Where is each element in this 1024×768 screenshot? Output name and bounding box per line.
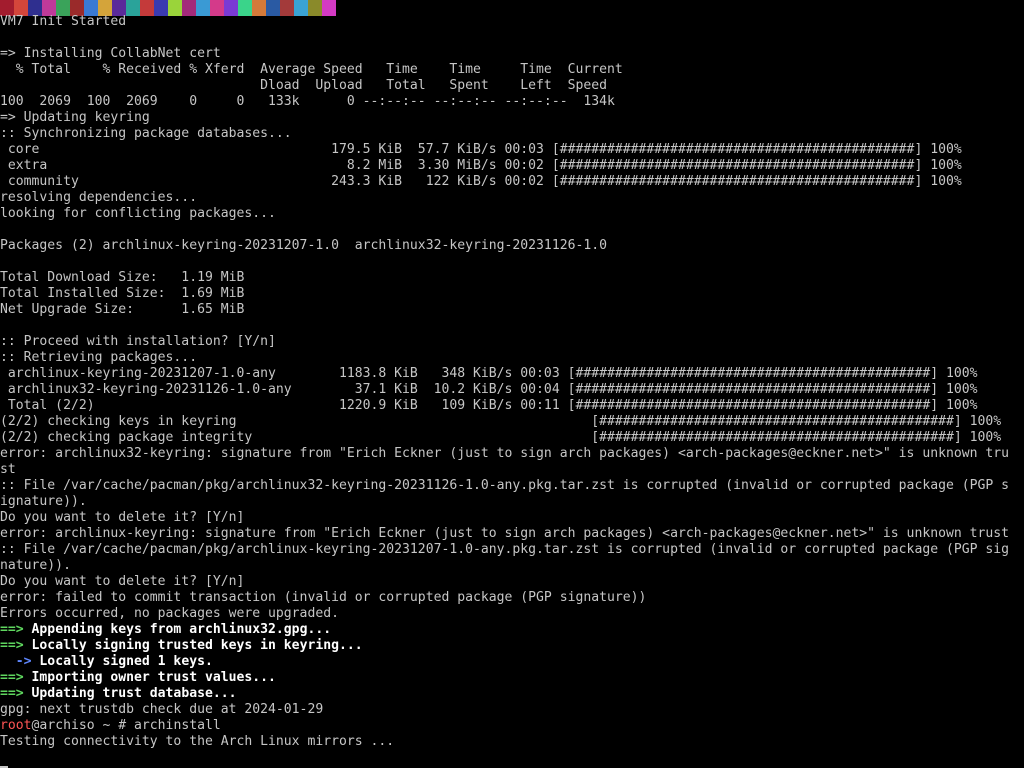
terminal-text: Total Installed Size: 1.69 MiB bbox=[0, 286, 245, 301]
terminal-line: gpg: next trustdb check due at 2024-01-2… bbox=[0, 702, 1024, 718]
terminal-text: Locally signed 1 keys. bbox=[39, 654, 213, 669]
terminal-line: archlinux-keyring-20231207-1.0-any 1183.… bbox=[0, 366, 1024, 382]
terminal-text: VM7 Init Started bbox=[0, 14, 127, 29]
terminal-text: community 243.3 KiB 122 KiB/s 00:02 [###… bbox=[0, 174, 962, 189]
terminal-line: ==> Locally signing trusted keys in keyr… bbox=[0, 638, 1024, 654]
terminal-text: Dload Upload Total Spent Left Speed bbox=[0, 78, 607, 93]
terminal-text: => Updating keyring bbox=[0, 110, 150, 125]
terminal-line: -> Locally signed 1 keys. bbox=[0, 654, 1024, 670]
terminal-text: => Installing CollabNet cert bbox=[0, 46, 221, 61]
terminal-line: :: Synchronizing package databases... bbox=[0, 126, 1024, 142]
terminal-line: :: Retrieving packages... bbox=[0, 350, 1024, 366]
terminal-line: Net Upgrade Size: 1.65 MiB bbox=[0, 302, 1024, 318]
terminal-line: archlinux32-keyring-20231126-1.0-any 37.… bbox=[0, 382, 1024, 398]
terminal-line: Dload Upload Total Spent Left Speed bbox=[0, 78, 1024, 94]
terminal-line: Total (2/2) 1220.9 KiB 109 KiB/s 00:11 [… bbox=[0, 398, 1024, 414]
terminal-line: ==> Appending keys from archlinux32.gpg.… bbox=[0, 622, 1024, 638]
terminal-text: 100 2069 100 2069 0 0 133k 0 --:--:-- --… bbox=[0, 94, 615, 109]
terminal-line: => Installing CollabNet cert bbox=[0, 46, 1024, 62]
terminal-line: error: archlinux-keyring: signature from… bbox=[0, 526, 1024, 542]
terminal-line: error: failed to commit transaction (inv… bbox=[0, 590, 1024, 606]
terminal-line: (2/2) checking package integrity [######… bbox=[0, 430, 1024, 446]
terminal-text: (2/2) checking keys in keyring [########… bbox=[0, 414, 1002, 429]
terminal-text: Appending keys from archlinux32.gpg... bbox=[23, 622, 332, 637]
terminal-text: resolving dependencies... bbox=[0, 190, 198, 205]
terminal-text: :: Synchronizing package databases... bbox=[0, 126, 292, 141]
terminal-line: :: Proceed with installation? [Y/n] bbox=[0, 334, 1024, 350]
terminal-text: ==> bbox=[0, 638, 24, 653]
terminal-text: error: archlinux-keyring: signature from… bbox=[0, 526, 1010, 541]
terminal-text: :: Proceed with installation? [Y/n] bbox=[0, 334, 276, 349]
terminal-line: :: File /var/cache/pacman/pkg/archlinux-… bbox=[0, 542, 1024, 558]
terminal-text: Total (2/2) 1220.9 KiB 109 KiB/s 00:11 [… bbox=[0, 398, 978, 413]
terminal-line: root@archiso ~ # archinstall bbox=[0, 718, 1024, 734]
terminal-text: % Total % Received % Xferd Average Speed… bbox=[0, 62, 623, 77]
terminal-line: ignature)). bbox=[0, 494, 1024, 510]
terminal-line: % Total % Received % Xferd Average Speed… bbox=[0, 62, 1024, 78]
terminal-text: ==> bbox=[0, 686, 24, 701]
terminal-line: Do you want to delete it? [Y/n] bbox=[0, 574, 1024, 590]
terminal-text: Do you want to delete it? [Y/n] bbox=[0, 510, 245, 525]
terminal-line: 100 2069 100 2069 0 0 133k 0 --:--:-- --… bbox=[0, 94, 1024, 110]
terminal-line: VM7 Init Started bbox=[0, 14, 1024, 30]
terminal-screen[interactable]: VM7 Init Started => Installing CollabNet … bbox=[0, 0, 1024, 768]
terminal-line: resolving dependencies... bbox=[0, 190, 1024, 206]
terminal-text: error: failed to commit transaction (inv… bbox=[0, 590, 647, 605]
terminal-line: Errors occurred, no packages were upgrad… bbox=[0, 606, 1024, 622]
terminal-text: root bbox=[0, 718, 32, 733]
terminal-line: => Updating keyring bbox=[0, 110, 1024, 126]
terminal-text: gpg: next trustdb check due at 2024-01-2… bbox=[0, 702, 324, 717]
terminal-text: archlinux32-keyring-20231126-1.0-any 37.… bbox=[0, 382, 978, 397]
terminal-line: core 179.5 KiB 57.7 KiB/s 00:03 [#######… bbox=[0, 142, 1024, 158]
terminal-text: looking for conflicting packages... bbox=[0, 206, 276, 221]
terminal-text: ==> bbox=[0, 622, 24, 637]
terminal-line: (2/2) checking keys in keyring [########… bbox=[0, 414, 1024, 430]
terminal-text: nature)). bbox=[0, 558, 71, 573]
terminal-line: community 243.3 KiB 122 KiB/s 00:02 [###… bbox=[0, 174, 1024, 190]
terminal-text: Do you want to delete it? [Y/n] bbox=[0, 574, 245, 589]
terminal-line: ==> Importing owner trust values... bbox=[0, 670, 1024, 686]
terminal-output: VM7 Init Started => Installing CollabNet … bbox=[0, 14, 1024, 750]
terminal-text: (2/2) checking package integrity [######… bbox=[0, 430, 1002, 445]
terminal-line: :: File /var/cache/pacman/pkg/archlinux3… bbox=[0, 478, 1024, 494]
terminal-line: ==> Updating trust database... bbox=[0, 686, 1024, 702]
terminal-text: @archiso ~ # archinstall bbox=[31, 718, 221, 733]
terminal-text: ignature)). bbox=[0, 494, 87, 509]
terminal-line: Total Download Size: 1.19 MiB bbox=[0, 270, 1024, 286]
terminal-text: :: File /var/cache/pacman/pkg/archlinux-… bbox=[0, 542, 1010, 557]
terminal-text: extra 8.2 MiB 3.30 MiB/s 00:02 [########… bbox=[0, 158, 962, 173]
terminal-text: archlinux-keyring-20231207-1.0-any 1183.… bbox=[0, 366, 978, 381]
terminal-text: ==> bbox=[0, 670, 24, 685]
terminal-text: Testing connectivity to the Arch Linux m… bbox=[0, 734, 395, 749]
terminal-text: :: File /var/cache/pacman/pkg/archlinux3… bbox=[0, 478, 1010, 493]
terminal-text: Importing owner trust values... bbox=[23, 670, 276, 685]
terminal-line: Do you want to delete it? [Y/n] bbox=[0, 510, 1024, 526]
terminal-text: Updating trust database... bbox=[23, 686, 237, 701]
terminal-text: Packages (2) archlinux-keyring-20231207-… bbox=[0, 238, 607, 253]
terminal-line: Packages (2) archlinux-keyring-20231207-… bbox=[0, 238, 1024, 254]
terminal-text: error: archlinux32-keyring: signature fr… bbox=[0, 446, 1010, 461]
terminal-line: extra 8.2 MiB 3.30 MiB/s 00:02 [########… bbox=[0, 158, 1024, 174]
terminal-line: looking for conflicting packages... bbox=[0, 206, 1024, 222]
terminal-text: Net Upgrade Size: 1.65 MiB bbox=[0, 302, 245, 317]
terminal-line: st bbox=[0, 462, 1024, 478]
terminal-line: nature)). bbox=[0, 558, 1024, 574]
terminal-line: Testing connectivity to the Arch Linux m… bbox=[0, 734, 1024, 750]
terminal-line: error: archlinux32-keyring: signature fr… bbox=[0, 446, 1024, 462]
terminal-text: -> bbox=[0, 654, 40, 669]
terminal-text: :: Retrieving packages... bbox=[0, 350, 198, 365]
terminal-line: Total Installed Size: 1.69 MiB bbox=[0, 286, 1024, 302]
terminal-text: st bbox=[0, 462, 16, 477]
terminal-text: core 179.5 KiB 57.7 KiB/s 00:03 [#######… bbox=[0, 142, 962, 157]
terminal-text: Locally signing trusted keys in keyring.… bbox=[23, 638, 363, 653]
terminal-text: Errors occurred, no packages were upgrad… bbox=[0, 606, 339, 621]
terminal-text: Total Download Size: 1.19 MiB bbox=[0, 270, 245, 285]
